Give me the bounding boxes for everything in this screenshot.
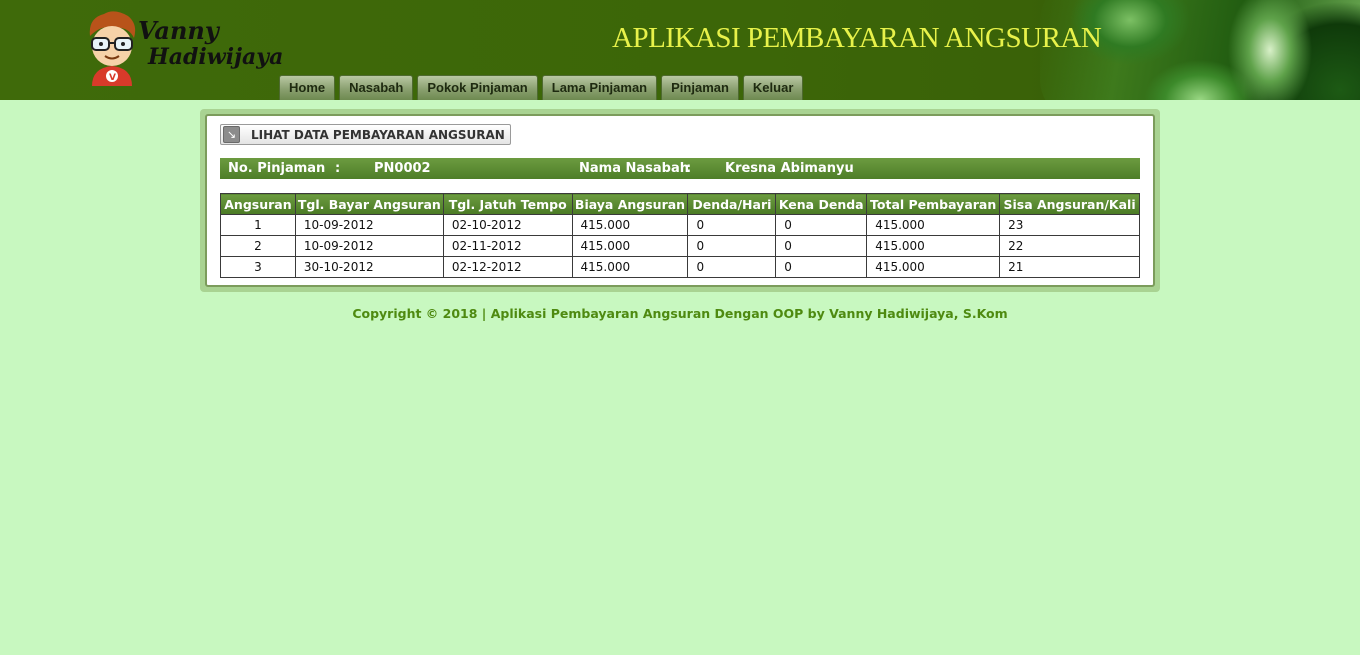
logo: V Vanny Hadiwijaya [84,8,283,88]
loan-info-bar: No. Pinjaman : PN0002 Nama Nasabah : Kre… [220,158,1140,179]
col-header-tgl-bayar: Tgl. Bayar Angsuran [294,193,444,215]
cell-jatuh-tempo: 02-12-2012 [442,256,573,278]
cell-denda-hari: 0 [687,256,777,278]
cell-sisa: 23 [999,214,1140,236]
table-row: 2 10-09-2012 02-11-2012 415.000 0 0 415.… [220,235,1140,257]
customer-name-value: Kresna Abimanyu [725,161,854,176]
cell-biaya: 415.000 [571,256,689,278]
col-header-angsuran: Angsuran [220,193,296,215]
table-row: 1 10-09-2012 02-10-2012 415.000 0 0 415.… [220,214,1140,236]
col-header-biaya: Biaya Angsuran [571,193,689,215]
cell-biaya: 415.000 [571,235,689,257]
arrow-down-right-icon: ↘ [223,126,240,143]
app-title: APLIKASI PEMBAYARAN ANGSURAN [612,22,1102,54]
cell-tgl-bayar: 10-09-2012 [294,214,444,236]
table-row: 3 30-10-2012 02-12-2012 415.000 0 0 415.… [220,256,1140,278]
cell-angsuran: 3 [220,256,296,278]
cell-sisa: 21 [999,256,1140,278]
cell-jatuh-tempo: 02-10-2012 [442,214,573,236]
customer-name-label: Nama Nasabah [579,161,689,176]
installment-table: Angsuran Tgl. Bayar Angsuran Tgl. Jatuh … [220,193,1140,278]
cell-jatuh-tempo: 02-11-2012 [442,235,573,257]
cell-biaya: 415.000 [571,214,689,236]
col-header-denda-hari: Denda/Hari [687,193,777,215]
nav-home[interactable]: Home [279,75,336,100]
col-header-jatuh-tempo: Tgl. Jatuh Tempo [442,193,573,215]
table-header-row: Angsuran Tgl. Bayar Angsuran Tgl. Jatuh … [220,193,1140,215]
col-header-sisa: Sisa Angsuran/Kali [999,193,1140,215]
col-header-total: Total Pembayaran [866,193,1001,215]
cell-kena-denda: 0 [775,235,868,257]
content-panel: ↘ LIHAT DATA PEMBAYARAN ANGSURAN No. Pin… [200,109,1160,292]
customer-name-separator: : [686,161,692,176]
cell-total: 415.000 [866,214,1001,236]
cell-tgl-bayar: 30-10-2012 [294,256,444,278]
cell-kena-denda: 0 [775,214,868,236]
cell-sisa: 22 [999,235,1140,257]
nav-pinjaman[interactable]: Pinjaman [661,75,739,100]
content-panel-inner: ↘ LIHAT DATA PEMBAYARAN ANGSURAN No. Pin… [205,114,1155,287]
footer-copyright: Copyright © 2018 | Aplikasi Pembayaran A… [352,306,1008,321]
cell-kena-denda: 0 [775,256,868,278]
cell-denda-hari: 0 [687,235,777,257]
col-header-kena-denda: Kena Denda [775,193,868,215]
cell-denda-hari: 0 [687,214,777,236]
header: V Vanny Hadiwijaya APLIKASI PEMBAYARAN A… [0,0,1360,100]
nav-keluar[interactable]: Keluar [742,75,804,100]
main-nav: Home Nasabah Pokok Pinjaman Lama Pinjama… [279,75,807,100]
nav-pokok-pinjaman[interactable]: Pokok Pinjaman [417,75,538,100]
section-title: ↘ LIHAT DATA PEMBAYARAN ANGSURAN [220,124,511,145]
cell-tgl-bayar: 10-09-2012 [294,235,444,257]
logo-text-first-name: Vanny [138,16,219,45]
cell-angsuran: 1 [220,214,296,236]
loan-number-separator: : [335,161,341,176]
loan-number-value: PN0002 [374,161,431,176]
nav-nasabah[interactable]: Nasabah [339,75,414,100]
avatar-icon: V [89,11,136,86]
cell-total: 415.000 [866,235,1001,257]
cell-total: 415.000 [866,256,1001,278]
section-title-label: LIHAT DATA PEMBAYARAN ANGSURAN [251,127,505,142]
logo-text-last-name: Hadiwijaya [148,44,284,70]
loan-number-label: No. Pinjaman [228,161,326,176]
cell-angsuran: 2 [220,235,296,257]
svg-text:V: V [109,73,116,83]
nav-lama-pinjaman[interactable]: Lama Pinjaman [541,75,658,100]
